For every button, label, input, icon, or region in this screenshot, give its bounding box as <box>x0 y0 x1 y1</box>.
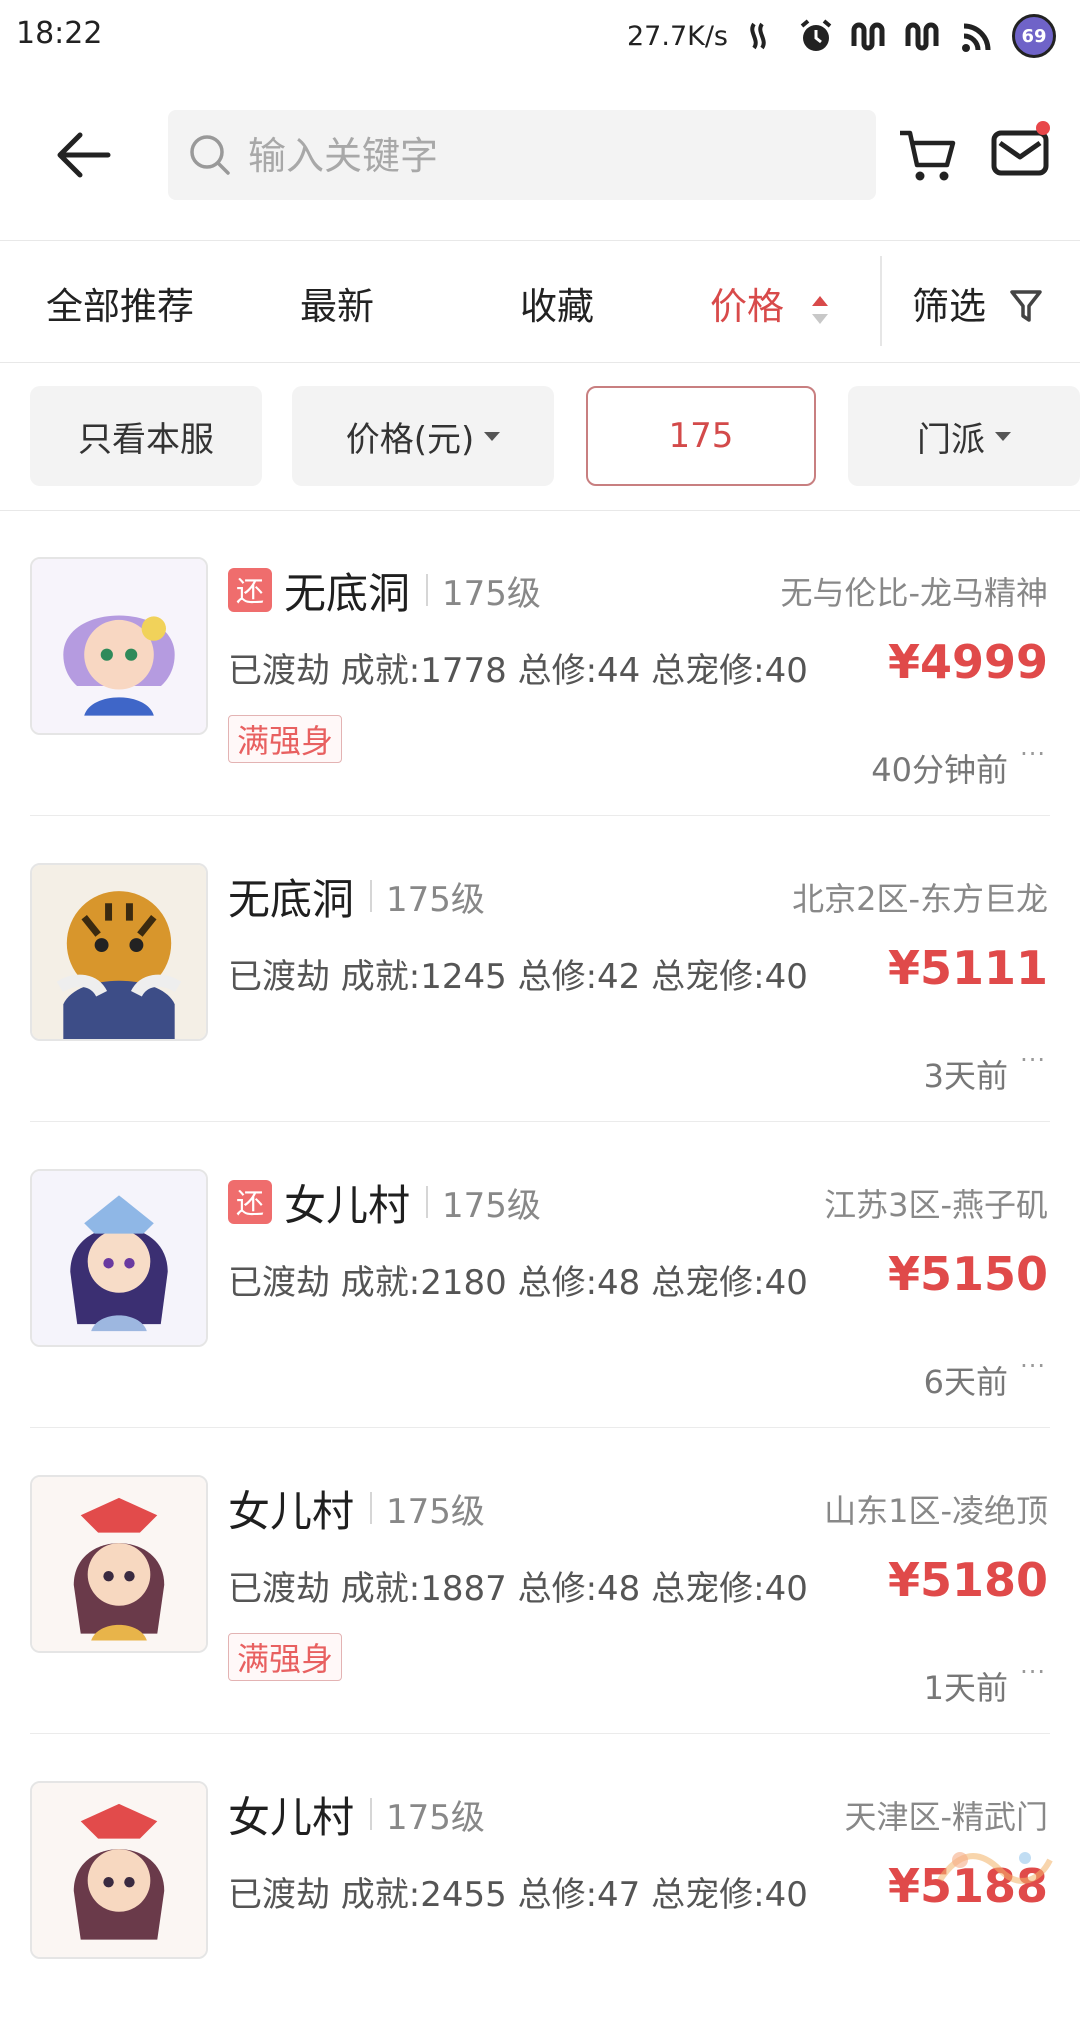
listed-time: 40分钟前 <box>871 751 1008 789</box>
watermark-logo <box>937 1852 1053 1884</box>
listed-time: 6天前 <box>923 1363 1008 1401</box>
level: 175级 <box>442 1185 541 1226</box>
chip-same-server[interactable]: 只看本服 <box>30 386 262 486</box>
listed-time: 1天前 <box>923 1669 1008 1707</box>
price: ¥5111 <box>887 941 1048 995</box>
returned-badge: 还 <box>228 1180 272 1224</box>
feature-tag: 满强身 <box>228 715 343 763</box>
character-stats: 已渡劫 成就:1245 总修:42 总宠修:40 <box>228 957 808 997</box>
wifi-icon <box>962 23 991 52</box>
tab-recommend[interactable]: 全部推荐 <box>46 276 194 330</box>
tab-price[interactable]: 价格 <box>710 276 784 330</box>
sect-name: 无底洞 <box>228 874 355 924</box>
separator <box>370 880 373 912</box>
notification-dot <box>1036 121 1050 135</box>
list-item[interactable]: 还 女儿村 175级 江苏3区-燕子矶 已渡劫 成就:2180 总修:48 总宠… <box>0 1122 1080 1428</box>
tab-separator <box>880 256 882 346</box>
level: 175级 <box>386 1797 485 1838</box>
search-icon <box>190 135 230 175</box>
list-item[interactable]: 女儿村 175级 天津区-精武门 已渡劫 成就:2455 总修:47 总宠修:4… <box>0 1734 1080 2040</box>
chip-label: 175 <box>668 416 734 456</box>
level: 175级 <box>386 1491 485 1532</box>
list-item[interactable]: 无底洞 175级 北京2区-东方巨龙 已渡劫 成就:1245 总修:42 总宠修… <box>0 816 1080 1122</box>
separator <box>426 1186 429 1218</box>
caret-down-icon <box>995 431 1011 441</box>
server-name: 山东1区-凌绝顶 <box>824 1492 1048 1530</box>
chip-price[interactable]: 价格(元) <box>292 386 554 486</box>
search-input[interactable] <box>246 110 850 202</box>
listing-title: 无底洞 175级 <box>228 866 485 926</box>
separator <box>370 1492 373 1524</box>
search-box[interactable] <box>168 110 876 202</box>
filter-icon[interactable] <box>1008 286 1044 326</box>
back-arrow-icon[interactable] <box>52 123 116 187</box>
status-bar: 18:22 27.7K/s 69 <box>0 0 1080 72</box>
price: ¥5180 <box>887 1553 1048 1607</box>
list-item[interactable]: 还 无底洞 175级 无与伦比-龙马精神 已渡劫 成就:1778 总修:44 总… <box>0 510 1080 816</box>
listed-time: 3天前 <box>923 1057 1008 1095</box>
returned-badge: 还 <box>228 568 272 612</box>
server-name: 北京2区-东方巨龙 <box>792 880 1048 918</box>
character-stats: 已渡劫 成就:1887 总修:48 总宠修:40 <box>228 1569 808 1609</box>
chip-label: 门派 <box>917 419 985 460</box>
separator <box>370 1798 373 1830</box>
level: 175级 <box>386 879 485 920</box>
chip-sect[interactable]: 门派 <box>848 386 1080 486</box>
cart-icon[interactable] <box>896 123 960 187</box>
server-name: 无与伦比-龙马精神 <box>780 574 1048 612</box>
character-avatar <box>30 557 208 735</box>
net-speed: 27.7K/s <box>627 20 728 52</box>
more-icon[interactable]: ··· <box>1020 1352 1046 1380</box>
chip-label: 只看本服 <box>78 419 214 460</box>
battery-icon: 69 <box>1012 14 1056 58</box>
filter-chips: 只看本服 价格(元) 175 门派 <box>0 386 1080 486</box>
character-avatar <box>30 863 208 1041</box>
top-bar <box>0 95 1080 215</box>
divider <box>0 362 1080 363</box>
listing-title: 还 女儿村 175级 <box>228 1172 541 1232</box>
status-icons: 27.7K/s 69 <box>627 12 1056 60</box>
level: 175级 <box>442 573 541 614</box>
status-time: 18:22 <box>16 16 103 51</box>
divider <box>0 240 1080 241</box>
price: ¥5150 <box>887 1247 1048 1301</box>
character-avatar <box>30 1475 208 1653</box>
sort-arrows-icon <box>812 296 828 324</box>
listing-title: 女儿村 175级 <box>228 1478 485 1538</box>
tab-favorites[interactable]: 收藏 <box>520 276 594 330</box>
tab-filter[interactable]: 筛选 <box>912 276 986 330</box>
caret-down-icon <box>484 431 501 441</box>
sect-name: 女儿村 <box>228 1792 355 1842</box>
sect-name: 女儿村 <box>228 1486 355 1536</box>
list-item[interactable]: 女儿村 175级 山东1区-凌绝顶 已渡劫 成就:1887 总修:48 总宠修:… <box>0 1428 1080 1734</box>
more-icon[interactable]: ··· <box>1020 1046 1046 1074</box>
feature-tag: 满强身 <box>228 1633 343 1681</box>
sect-name: 无底洞 <box>284 568 411 618</box>
server-name: 江苏3区-燕子矶 <box>824 1186 1048 1224</box>
signal-icon <box>851 22 885 51</box>
separator <box>426 574 429 606</box>
sect-name: 女儿村 <box>284 1180 411 1230</box>
nfc-icon <box>750 22 766 50</box>
signal-icon <box>905 22 939 51</box>
sort-tabs: 全部推荐 最新 收藏 价格 筛选 <box>0 242 1080 360</box>
character-avatar <box>30 1781 208 1959</box>
character-avatar <box>30 1169 208 1347</box>
listing-title: 还 无底洞 175级 <box>228 560 541 620</box>
character-stats: 已渡劫 成就:1778 总修:44 总宠修:40 <box>228 651 808 691</box>
listing-title: 女儿村 175级 <box>228 1784 485 1844</box>
chip-level[interactable]: 175 <box>586 386 816 486</box>
more-icon[interactable]: ··· <box>1020 740 1046 768</box>
tab-latest[interactable]: 最新 <box>300 276 374 330</box>
character-stats: 已渡劫 成就:2455 总修:47 总宠修:40 <box>228 1875 808 1915</box>
price: ¥4999 <box>887 635 1048 689</box>
alarm-icon <box>800 19 832 51</box>
character-stats: 已渡劫 成就:2180 总修:48 总宠修:40 <box>228 1263 808 1303</box>
more-icon[interactable]: ··· <box>1020 1658 1046 1686</box>
chip-label: 价格(元) <box>345 419 475 460</box>
